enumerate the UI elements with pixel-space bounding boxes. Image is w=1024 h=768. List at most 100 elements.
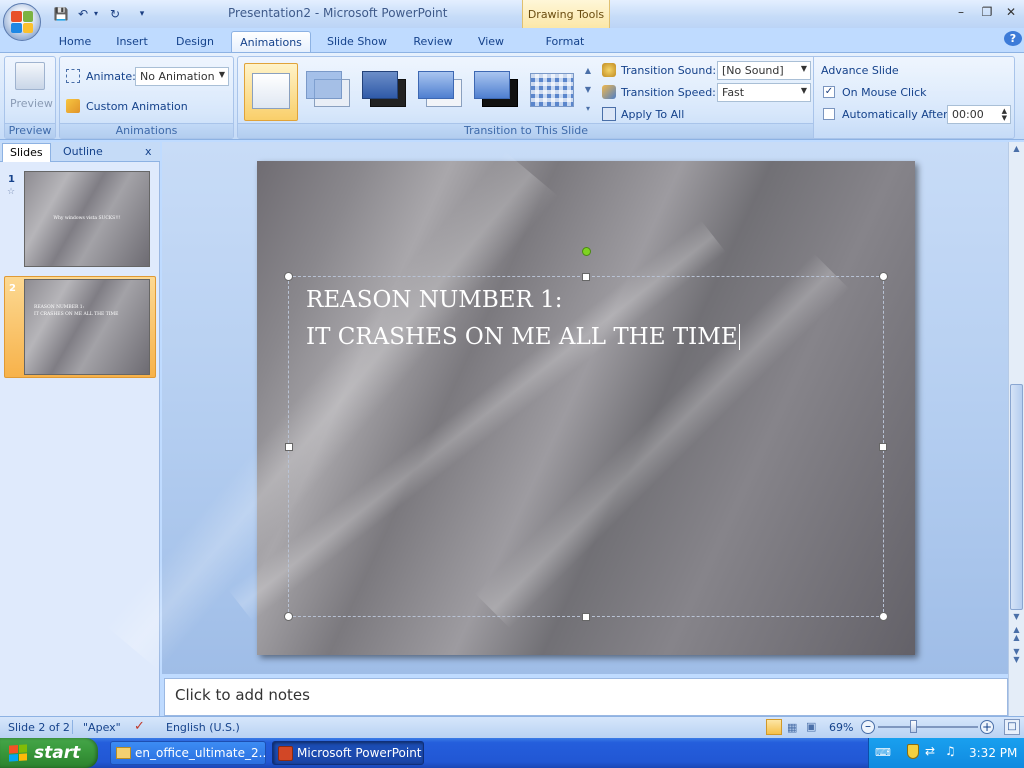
chevron-down-icon: ▼ bbox=[800, 86, 807, 95]
taskbar-item-label: en_office_ultimate_2... bbox=[135, 746, 266, 760]
tab-slides[interactable]: Slides bbox=[2, 143, 51, 162]
clock[interactable]: 3:32 PM bbox=[969, 746, 1017, 760]
resize-handle[interactable] bbox=[582, 273, 590, 281]
on-mouse-click-checkbox[interactable]: ✓ bbox=[823, 86, 835, 98]
transition-none-thumb[interactable] bbox=[244, 63, 298, 121]
tab-view[interactable]: View bbox=[470, 31, 512, 52]
zoom-in-icon[interactable]: + bbox=[980, 720, 994, 734]
tab-review[interactable]: Review bbox=[406, 31, 460, 52]
animations-group: Animate: No Animation ▼ Custom Animation … bbox=[59, 56, 234, 139]
animate-value: No Animation bbox=[140, 70, 215, 83]
vertical-scrollbar[interactable]: ▲ ▼ ▲ ▲ ▼ ▼ bbox=[1008, 142, 1024, 716]
animate-dropdown[interactable]: No Animation ▼ bbox=[135, 67, 229, 86]
zoom-slider-track[interactable] bbox=[878, 720, 978, 733]
previous-slide-icon[interactable]: ▲ ▲ bbox=[1010, 626, 1023, 642]
start-button[interactable]: start bbox=[0, 738, 98, 768]
rotation-handle[interactable] bbox=[582, 247, 591, 256]
preview-button[interactable]: Preview bbox=[10, 97, 53, 110]
preview-group-label: Preview bbox=[5, 123, 55, 138]
automatically-after-checkbox[interactable] bbox=[823, 108, 835, 120]
custom-animation-button[interactable]: Custom Animation bbox=[86, 100, 188, 113]
fit-to-window-icon[interactable]: □ bbox=[1004, 719, 1020, 735]
keyboard-icon[interactable]: ⌨ bbox=[875, 746, 891, 759]
transition-fade-black-thumb[interactable] bbox=[360, 67, 412, 119]
volume-icon[interactable]: ♫ bbox=[945, 744, 956, 758]
tab-outline[interactable]: Outline bbox=[56, 143, 110, 162]
spelling-check-icon[interactable]: ✓ bbox=[134, 719, 145, 734]
folder-icon bbox=[116, 747, 131, 759]
tab-format[interactable]: Format bbox=[535, 31, 595, 52]
redo-icon[interactable]: ↻ bbox=[106, 5, 124, 22]
tab-design[interactable]: Design bbox=[168, 31, 222, 52]
pane-tabs: Slides Outline x bbox=[0, 142, 160, 162]
apply-to-all-button[interactable]: Apply To All bbox=[621, 108, 684, 121]
notes-pane[interactable]: Click to add notes bbox=[164, 678, 1008, 716]
tab-slide-show[interactable]: Slide Show bbox=[320, 31, 394, 52]
thumb-title: Why windows vista SUCKS!!! bbox=[53, 216, 121, 221]
scroll-thumb[interactable] bbox=[1010, 384, 1023, 610]
undo-icon[interactable]: ↶ bbox=[74, 5, 92, 22]
chevron-down-icon: ▼ bbox=[218, 70, 225, 79]
scroll-down-icon[interactable]: ▼ bbox=[1010, 612, 1023, 621]
tab-home[interactable]: Home bbox=[52, 31, 98, 52]
gallery-scroll[interactable]: ▲ ▼ ▾ bbox=[582, 61, 594, 121]
close-button[interactable]: ✕ bbox=[1000, 5, 1022, 21]
tab-animations[interactable]: Animations bbox=[231, 31, 311, 52]
theme-name[interactable]: "Apex" bbox=[83, 721, 121, 734]
transition-sound-value: [No Sound] bbox=[722, 64, 784, 77]
resize-handle[interactable] bbox=[284, 612, 293, 621]
language[interactable]: English (U.S.) bbox=[166, 721, 240, 734]
custom-animation-icon bbox=[66, 99, 80, 113]
scroll-up-icon[interactable]: ▲ bbox=[1010, 144, 1023, 153]
slide-show-icon[interactable]: ▣ bbox=[806, 720, 816, 733]
animate-icon bbox=[66, 69, 80, 83]
resize-handle[interactable] bbox=[285, 443, 293, 451]
zoom-slider-thumb[interactable] bbox=[909, 720, 917, 733]
slide-thumbnail-1[interactable]: 1 ☆ Why windows vista SUCKS!!! bbox=[4, 168, 156, 270]
security-shield-icon[interactable] bbox=[907, 744, 919, 759]
slide-text-line2[interactable]: IT CRASHES ON ME ALL THE TIME bbox=[306, 319, 740, 356]
office-logo-icon bbox=[11, 11, 33, 33]
undo-dropdown-icon[interactable]: ▾ bbox=[91, 5, 101, 22]
save-icon[interactable]: 💾 bbox=[52, 5, 70, 22]
slide-sorter-icon[interactable]: ▦ bbox=[787, 721, 797, 734]
spinner-icon[interactable]: ▲ ▼ bbox=[1002, 108, 1007, 122]
close-pane-icon[interactable]: x bbox=[138, 143, 159, 162]
taskbar-item-label: Microsoft PowerPoint ... bbox=[297, 746, 424, 760]
transition-cut-thumb[interactable] bbox=[416, 67, 468, 119]
network-icon[interactable]: ⇄ bbox=[925, 744, 935, 758]
title-bar bbox=[0, 0, 1024, 28]
transition-sound-dropdown[interactable]: [No Sound] ▼ bbox=[717, 61, 811, 80]
restore-button[interactable]: ❐ bbox=[976, 5, 998, 21]
taskbar-item-powerpoint[interactable]: Microsoft PowerPoint ... bbox=[272, 741, 424, 765]
notes-placeholder[interactable]: Click to add notes bbox=[175, 686, 310, 704]
transition-cut-black-thumb[interactable] bbox=[472, 67, 524, 119]
resize-handle[interactable] bbox=[284, 272, 293, 281]
slide-body-text[interactable]: REASON NUMBER 1: IT CRASHES ON ME ALL TH… bbox=[306, 282, 740, 356]
next-slide-icon[interactable]: ▼ ▼ bbox=[1010, 648, 1023, 664]
slide-counter: Slide 2 of 2 bbox=[8, 721, 70, 734]
taskbar-item-folder[interactable]: en_office_ultimate_2... bbox=[110, 741, 266, 765]
transition-fade-thumb[interactable] bbox=[304, 67, 356, 119]
slide-text-line1[interactable]: REASON NUMBER 1: bbox=[306, 282, 740, 319]
normal-view-icon[interactable] bbox=[766, 719, 782, 735]
resize-handle[interactable] bbox=[879, 443, 887, 451]
minimize-button[interactable]: – bbox=[950, 5, 972, 21]
transition-sound-icon bbox=[602, 63, 616, 77]
slide-thumbnail-2[interactable]: 2 REASON NUMBER 1: IT CRASHES ON ME ALL … bbox=[4, 276, 156, 378]
office-button[interactable] bbox=[3, 3, 41, 41]
zoom-level[interactable]: 69% bbox=[829, 721, 853, 734]
resize-handle[interactable] bbox=[582, 613, 590, 621]
resize-handle[interactable] bbox=[879, 612, 888, 621]
transition-dissolve-thumb[interactable] bbox=[528, 67, 580, 119]
slide-number: 2 bbox=[9, 283, 16, 294]
tab-insert[interactable]: Insert bbox=[108, 31, 156, 52]
auto-time-spinner[interactable]: 00:00 ▲ ▼ bbox=[947, 105, 1011, 124]
transition-group-label: Transition to This Slide bbox=[238, 123, 814, 138]
help-icon[interactable]: ? bbox=[1004, 31, 1022, 46]
resize-handle[interactable] bbox=[879, 272, 888, 281]
zoom-out-icon[interactable]: – bbox=[861, 720, 875, 734]
customize-qat-icon[interactable]: ▾ bbox=[136, 5, 148, 22]
transition-speed-dropdown[interactable]: Fast ▼ bbox=[717, 83, 811, 102]
preview-icon[interactable] bbox=[15, 62, 45, 90]
